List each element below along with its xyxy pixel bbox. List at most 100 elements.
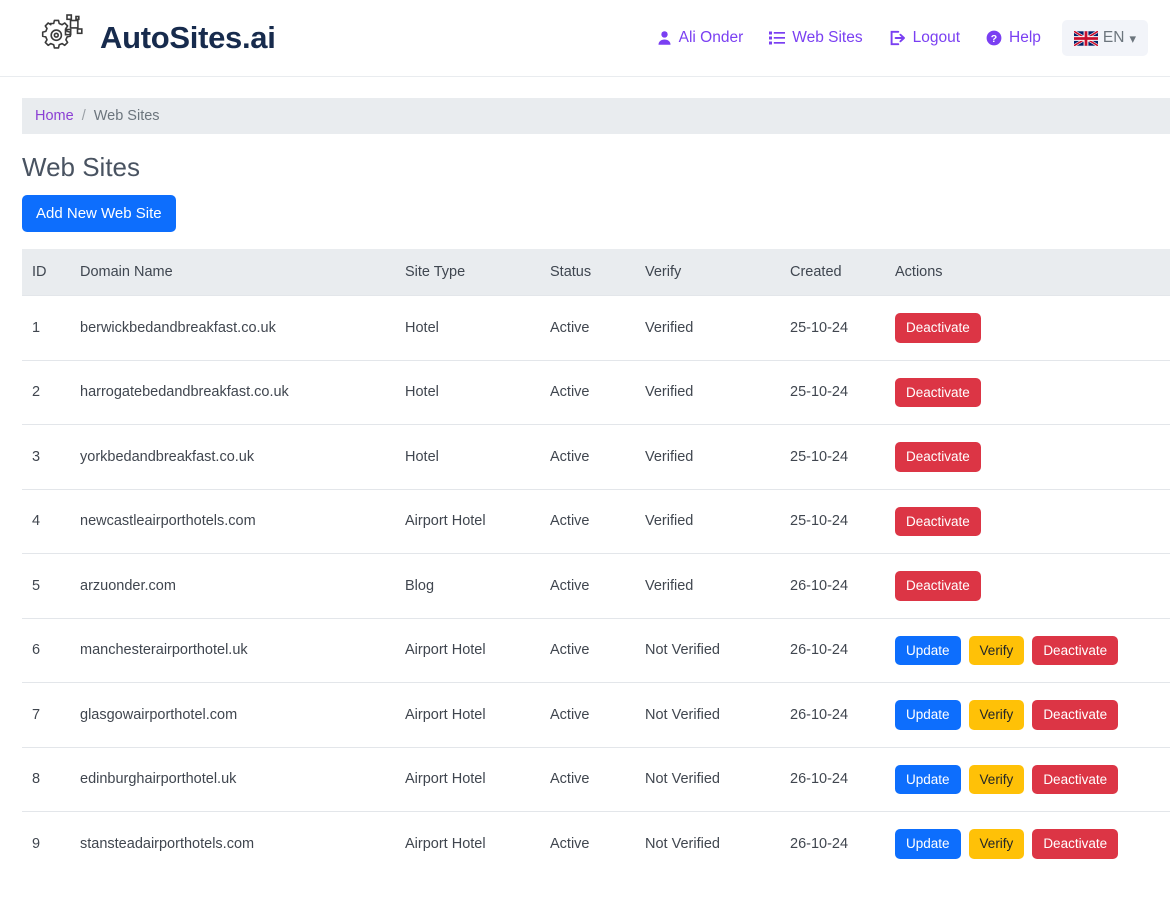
chevron-down-icon: ▾ [1129,30,1136,46]
user-icon [657,30,672,46]
uk-flag-icon [1073,30,1098,46]
cell-verify: Not Verified [645,682,790,747]
cell-site-type: Hotel [405,359,550,425]
cell-site-type: Airport Hotel [405,811,550,876]
nav-link-help[interactable]: ? Help [973,21,1054,55]
cell-actions: Deactivate [895,295,1170,360]
cell-domain: manchesterairporthotel.uk [80,617,405,683]
cell-created: 25-10-24 [790,424,895,489]
action-buttons: Deactivate [895,571,1170,601]
web-sites-table: ID Domain Name Site Type Status Verify C… [22,249,1170,876]
nav-link-label: Web Sites [792,29,863,46]
cell-created: 25-10-24 [790,359,895,425]
action-buttons: Deactivate [895,442,1170,472]
update-button[interactable]: Update [895,764,961,794]
action-buttons: Update Verify Deactivate [895,700,1170,730]
deactivate-button[interactable]: Deactivate [895,313,981,343]
deactivate-button[interactable]: Deactivate [895,377,981,407]
verify-button[interactable]: Verify [968,635,1025,665]
cell-created: 26-10-24 [790,617,895,683]
verify-button[interactable]: Verify [968,700,1025,730]
deactivate-button[interactable]: Deactivate [1032,829,1119,859]
update-button[interactable]: Update [895,700,961,730]
cell-verify: Not Verified [645,811,790,876]
cell-status: Active [550,424,645,489]
gear-automation-icon [30,12,86,64]
cell-verify: Verified [645,359,790,425]
top-navbar: AutoSites.ai Ali Onder Web Sites Logout … [0,0,1170,77]
nav-link-user[interactable]: Ali Onder [644,21,757,55]
column-header-verify: Verify [645,249,790,296]
cell-status: Active [550,488,645,554]
add-new-web-site-button[interactable]: Add New Web Site [22,195,176,232]
nav-link-logout[interactable]: Logout [876,21,973,55]
cell-actions: Update Verify Deactivate [895,682,1170,747]
column-header-status: Status [550,249,645,296]
cell-site-type: Airport Hotel [405,682,550,747]
table-row: 1 berwickbedandbreakfast.co.uk Hotel Active… [22,295,1170,360]
cell-verify: Verified [645,424,790,489]
verify-button[interactable]: Verify [968,764,1025,794]
cell-id: 1 [22,295,80,360]
list-icon [769,30,786,46]
question-circle-icon: ? [986,30,1002,46]
action-buttons: Deactivate [895,313,1170,343]
deactivate-button[interactable]: Deactivate [1032,764,1119,794]
column-header-created: Created [790,249,895,296]
cell-verify: Not Verified [645,746,790,812]
cell-domain: stansteadairporthotels.com [80,811,405,876]
cell-status: Active [550,682,645,747]
update-button[interactable]: Update [895,635,961,665]
cell-domain: edinburghairporthotel.uk [80,746,405,812]
cell-verify: Not Verified [645,617,790,683]
cell-domain: arzuonder.com [80,553,405,618]
table-row: 3 yorkbedandbreakfast.co.uk Hotel Active Ver… [22,424,1170,489]
action-buttons: Update Verify Deactivate [895,764,1170,794]
column-header-id: ID [22,249,80,296]
deactivate-button[interactable]: Deactivate [1032,700,1119,730]
cell-status: Active [550,295,645,360]
cell-actions: Deactivate [895,553,1170,618]
column-header-domain: Domain Name [80,249,405,296]
deactivate-button[interactable]: Deactivate [895,506,981,536]
cell-id: 3 [22,424,80,489]
table-row: 7 glasgowairporthotel.com Airport Hotel Act… [22,682,1170,747]
breadcrumb-separator: / [81,108,86,124]
cell-id: 8 [22,746,80,812]
table-row: 9 stansteadairporthotels.com Airport Hotel… [22,811,1170,876]
deactivate-button[interactable]: Deactivate [1032,635,1119,665]
cell-id: 2 [22,359,80,425]
nav-link-web-sites[interactable]: Web Sites [756,21,875,55]
table-header-row: ID Domain Name Site Type Status Verify C… [22,249,1170,296]
cell-id: 6 [22,617,80,683]
cell-domain: newcastleairporthotels.com [80,488,405,554]
language-selector[interactable]: EN ▾ [1061,20,1148,56]
cell-site-type: Hotel [405,424,550,489]
cell-actions: Deactivate [895,488,1170,554]
breadcrumb-home-link[interactable]: Home [35,108,74,124]
cell-status: Active [550,553,645,618]
action-buttons: Deactivate [895,506,1170,536]
cell-actions: Deactivate [895,424,1170,489]
brand[interactable]: AutoSites.ai [30,12,276,64]
deactivate-button[interactable]: Deactivate [895,442,981,472]
cell-status: Active [550,359,645,425]
action-buttons: Update Verify Deactivate [895,635,1170,665]
navbar-links: Ali Onder Web Sites Logout ? Help EN ▾ [644,20,1148,56]
verify-button[interactable]: Verify [968,829,1025,859]
table-row: 5 arzuonder.com Blog Active Verified 26-10-24… [22,553,1170,618]
cell-created: 25-10-24 [790,488,895,554]
page-title: Web Sites [22,152,141,182]
brand-name: AutoSites.ai [100,20,276,55]
column-header-actions: Actions [895,249,1170,296]
cell-domain: harrogatebedandbreakfast.co.uk [80,359,405,425]
breadcrumb-current: Web Sites [93,108,160,124]
cell-site-type: Hotel [405,295,550,360]
cell-actions: Deactivate [895,359,1170,425]
update-button[interactable]: Update [895,829,961,859]
cell-actions: Update Verify Deactivate [895,746,1170,812]
cell-id: 9 [22,811,80,876]
cell-created: 25-10-24 [790,295,895,360]
action-buttons: Update Verify Deactivate [895,829,1170,859]
deactivate-button[interactable]: Deactivate [895,571,981,601]
